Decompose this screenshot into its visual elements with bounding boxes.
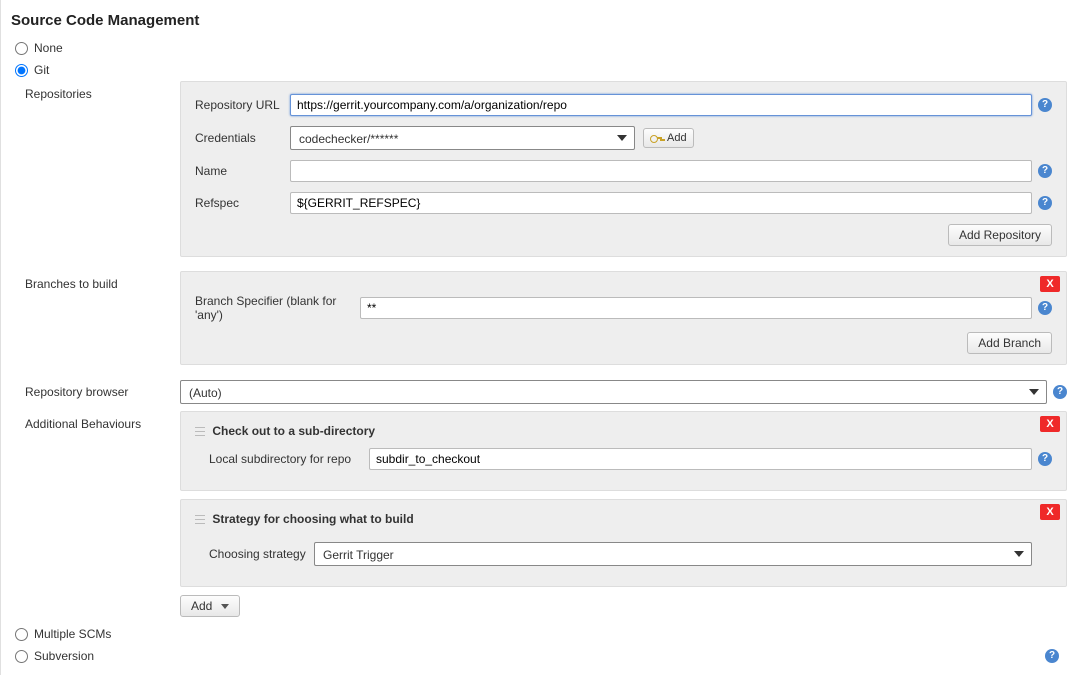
repository-url-row: Repository URL ? xyxy=(195,94,1052,116)
key-icon xyxy=(650,134,662,143)
add-credential-label: Add xyxy=(667,132,687,144)
scm-multiple-option[interactable]: Multiple SCMs xyxy=(15,623,1067,645)
branch-specifier-label: Branch Specifier (blank for 'any') xyxy=(195,294,360,322)
repo-browser-select[interactable]: (Auto) xyxy=(180,380,1047,404)
behaviours-row: Additional Behaviours X Check out to a s… xyxy=(25,411,1067,617)
help-icon[interactable]: ? xyxy=(1038,98,1052,112)
git-config-block: Repositories Repository URL ? Credential… xyxy=(25,81,1067,617)
choosing-strategy-row: Choosing strategy Gerrit Trigger ? xyxy=(209,542,1052,566)
add-branch-button[interactable]: Add Branch xyxy=(967,332,1052,354)
scm-git-radio[interactable] xyxy=(15,64,28,77)
scm-multiple-radio[interactable] xyxy=(15,628,28,641)
help-icon[interactable]: ? xyxy=(1038,452,1052,466)
help-icon[interactable]: ? xyxy=(1038,164,1052,178)
name-input[interactable] xyxy=(290,160,1032,182)
refspec-row: Refspec ? xyxy=(195,192,1052,214)
scm-subversion-radio[interactable] xyxy=(15,650,28,663)
delete-branch-button[interactable]: X xyxy=(1040,276,1060,292)
behaviours-label: Additional Behaviours xyxy=(25,411,180,437)
refspec-label: Refspec xyxy=(195,196,290,210)
name-row: Name ? xyxy=(195,160,1052,182)
help-icon[interactable]: ? xyxy=(1038,196,1052,210)
branches-label: Branches to build xyxy=(25,271,180,297)
help-icon[interactable]: ? xyxy=(1038,301,1052,315)
add-repository-button[interactable]: Add Repository xyxy=(948,224,1052,246)
branch-specifier-row: Branch Specifier (blank for 'any') ? xyxy=(195,294,1052,322)
repository-url-label: Repository URL xyxy=(195,98,290,112)
scm-none-label: None xyxy=(34,41,63,55)
scm-subversion-option[interactable]: Subversion ? xyxy=(15,645,1067,667)
repositories-label: Repositories xyxy=(25,81,180,107)
add-credential-button[interactable]: Add xyxy=(643,128,694,148)
section-title: Source Code Management xyxy=(11,12,1067,29)
repository-url-input[interactable] xyxy=(290,94,1032,116)
credentials-select[interactable]: codechecker/****** xyxy=(290,126,635,150)
scm-multiple-label: Multiple SCMs xyxy=(34,627,111,641)
add-branch-row: Add Branch xyxy=(195,332,1052,354)
refspec-input[interactable] xyxy=(290,192,1032,214)
subdir-heading: Check out to a sub-directory xyxy=(195,424,1052,438)
drag-handle-icon[interactable] xyxy=(195,514,205,526)
branch-specifier-input[interactable] xyxy=(360,297,1032,319)
strategy-heading-text: Strategy for choosing what to build xyxy=(212,512,413,526)
repo-browser-label: Repository browser xyxy=(25,379,180,405)
choosing-strategy-value: Gerrit Trigger xyxy=(314,542,1032,566)
add-repository-label: Add Repository xyxy=(959,228,1041,242)
add-branch-label: Add Branch xyxy=(978,336,1041,350)
help-icon[interactable]: ? xyxy=(1045,649,1059,663)
subdir-pane: X Check out to a sub-directory Local sub… xyxy=(180,411,1067,491)
drag-handle-icon[interactable] xyxy=(195,426,205,438)
choosing-strategy-label: Choosing strategy xyxy=(209,547,314,561)
local-subdir-row: Local subdirectory for repo ? xyxy=(209,448,1052,470)
credentials-row: Credentials codechecker/****** Add ? xyxy=(195,126,1052,150)
branch-pane: X Branch Specifier (blank for 'any') ? A… xyxy=(180,271,1067,365)
credentials-value: codechecker/****** xyxy=(290,126,635,150)
repository-pane: Repository URL ? Credentials codechecker… xyxy=(180,81,1067,257)
strategy-heading: Strategy for choosing what to build xyxy=(195,512,1052,526)
repo-browser-row: Repository browser (Auto) ? xyxy=(25,379,1067,405)
credentials-label: Credentials xyxy=(195,131,290,145)
subdir-heading-text: Check out to a sub-directory xyxy=(212,424,375,438)
repo-browser-value: (Auto) xyxy=(180,380,1047,404)
scm-git-label: Git xyxy=(34,63,49,77)
choosing-strategy-select[interactable]: Gerrit Trigger xyxy=(314,542,1032,566)
name-label: Name xyxy=(195,164,290,178)
branches-row: Branches to build X Branch Specifier (bl… xyxy=(25,271,1067,373)
scm-subversion-label: Subversion xyxy=(34,649,1033,663)
local-subdir-label: Local subdirectory for repo xyxy=(209,452,369,466)
add-behaviour-row: Add xyxy=(180,595,1067,617)
scm-section: Source Code Management None Git Reposito… xyxy=(0,0,1077,675)
delete-subdir-button[interactable]: X xyxy=(1040,416,1060,432)
help-icon[interactable]: ? xyxy=(1053,385,1067,399)
repositories-row: Repositories Repository URL ? Credential… xyxy=(25,81,1067,265)
scm-none-radio[interactable] xyxy=(15,42,28,55)
add-behaviour-button[interactable]: Add xyxy=(180,595,240,617)
add-repository-row: Add Repository xyxy=(195,224,1052,246)
scm-none-option[interactable]: None xyxy=(15,37,1067,59)
local-subdir-input[interactable] xyxy=(369,448,1032,470)
strategy-pane: X Strategy for choosing what to build Ch… xyxy=(180,499,1067,587)
scm-git-option[interactable]: Git xyxy=(15,59,1067,81)
delete-strategy-button[interactable]: X xyxy=(1040,504,1060,520)
add-behaviour-label: Add xyxy=(191,599,212,613)
